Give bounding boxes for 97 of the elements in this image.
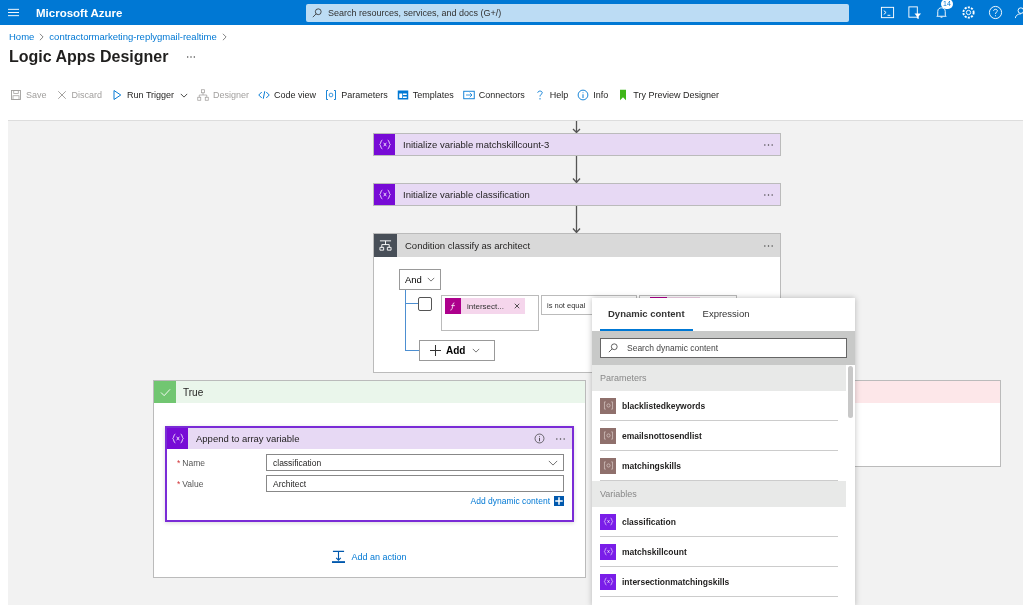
section-header: Parameters bbox=[592, 365, 846, 391]
terminal-icon[interactable] bbox=[880, 5, 895, 20]
group-operator-dropdown[interactable]: And bbox=[399, 269, 441, 290]
toolbar-button[interactable]: Connectors bbox=[462, 89, 525, 101]
action-card[interactable]: Append to array variable * Name classification * Value Architect Add dynamic content bbox=[165, 426, 574, 522]
dynamic-content-item[interactable]: emailsnottosendlist bbox=[600, 421, 838, 451]
more-icon[interactable] bbox=[763, 192, 774, 197]
dynamic-content-item[interactable]: blacklistedkeywords bbox=[600, 391, 838, 421]
branch-title: True bbox=[183, 386, 204, 398]
toolbar-button[interactable]: Run Trigger bbox=[111, 89, 189, 101]
add-action-button[interactable]: Add an action bbox=[332, 550, 407, 563]
add-button[interactable]: Add bbox=[419, 340, 495, 361]
connector-arrow bbox=[572, 206, 581, 233]
parameter-icon bbox=[600, 457, 616, 474]
section-header: Variables bbox=[592, 481, 846, 507]
variable-icon bbox=[600, 543, 616, 560]
condition-title: Condition classify as architect bbox=[405, 240, 532, 251]
chevron-right-icon bbox=[221, 32, 227, 41]
info-icon bbox=[577, 89, 590, 101]
chevron-down-icon bbox=[472, 348, 481, 353]
more-icon[interactable] bbox=[763, 142, 774, 147]
function-icon bbox=[445, 298, 461, 314]
add-step-icon bbox=[332, 550, 346, 563]
hierarchy-icon bbox=[197, 89, 210, 101]
close-icon bbox=[55, 89, 68, 101]
toolbar-button[interactable]: Info bbox=[577, 89, 609, 101]
variable-icon bbox=[600, 573, 616, 590]
popup-tab[interactable]: Expression bbox=[694, 298, 758, 331]
dynamic-content-item[interactable]: intersectionmatchingskills bbox=[600, 567, 838, 597]
toolbar-button[interactable]: Parameters bbox=[325, 89, 388, 101]
more-icon[interactable] bbox=[555, 436, 566, 441]
action-title: Initialize variable classification bbox=[403, 189, 531, 200]
play-icon bbox=[111, 89, 124, 101]
chevron-down-icon bbox=[427, 277, 435, 282]
token-label: intersect... bbox=[467, 301, 504, 311]
item-name: blacklistedkeywords bbox=[622, 400, 706, 411]
more-icon[interactable] bbox=[763, 243, 774, 248]
toolbar-button[interactable]: Try Preview Designer bbox=[617, 89, 719, 101]
connector-arrow bbox=[572, 121, 581, 133]
notification-icon[interactable] bbox=[934, 5, 949, 20]
toolbar-button[interactable]: Code view bbox=[258, 89, 317, 101]
action-card[interactable]: Initialize variable matchskillcount-3 bbox=[373, 133, 781, 156]
person-icon[interactable] bbox=[1015, 5, 1023, 20]
code-icon bbox=[258, 89, 271, 101]
chevron-right-icon bbox=[39, 32, 45, 41]
save-icon bbox=[10, 89, 22, 101]
filter-icon[interactable] bbox=[907, 5, 922, 20]
chevron-down-icon[interactable] bbox=[548, 460, 558, 466]
bracket-at-icon bbox=[325, 89, 338, 101]
row-checkbox[interactable] bbox=[418, 297, 432, 311]
search-icon bbox=[608, 343, 618, 353]
plus-icon[interactable] bbox=[554, 496, 564, 506]
search-field[interactable]: Search dynamic content bbox=[600, 338, 847, 358]
connector-arrow bbox=[572, 156, 581, 183]
brand-name[interactable]: Microsoft Azure bbox=[36, 6, 306, 19]
item-name: intersectionmatchingskills bbox=[622, 576, 730, 587]
connector-icon bbox=[462, 89, 475, 101]
scrollbar[interactable] bbox=[848, 366, 853, 418]
action-title: Initialize variable matchskillcount-3 bbox=[403, 139, 551, 150]
variable-icon bbox=[167, 428, 188, 449]
toolbar-button[interactable]: Templates bbox=[396, 89, 454, 101]
toolbar-button[interactable]: Help bbox=[533, 89, 569, 101]
value-field[interactable]: Architect bbox=[266, 475, 564, 492]
settings-icon[interactable] bbox=[961, 5, 976, 20]
variable-icon bbox=[600, 513, 616, 530]
add-dynamic-content-link[interactable]: Add dynamic content bbox=[470, 496, 550, 506]
variable-icon bbox=[374, 134, 395, 155]
item-name: matchingskills bbox=[622, 460, 682, 471]
expression-token[interactable]: intersect... bbox=[445, 298, 525, 314]
action-title: Append to array variable bbox=[196, 433, 301, 444]
plus-icon bbox=[430, 345, 441, 356]
item-name: matchskillcount bbox=[622, 546, 687, 557]
dynamic-content-item[interactable]: classification bbox=[600, 507, 838, 537]
field-label: Name bbox=[182, 457, 205, 468]
close-icon[interactable] bbox=[514, 303, 520, 309]
table-icon bbox=[396, 89, 409, 101]
dynamic-content-item[interactable]: matchskillcount bbox=[600, 537, 838, 567]
parameter-icon bbox=[600, 397, 616, 414]
menu-icon[interactable] bbox=[8, 8, 19, 17]
required-mark: * bbox=[177, 478, 181, 489]
search-field[interactable]: Search resources, services, and docs (G+/) bbox=[306, 3, 849, 22]
breadcrumb-link[interactable]: contractormarketing-replygmail-realtime bbox=[49, 31, 217, 42]
help-icon[interactable] bbox=[988, 5, 1003, 20]
action-card[interactable]: Initialize variable classification bbox=[373, 183, 781, 206]
search-icon bbox=[312, 7, 322, 18]
required-mark: * bbox=[177, 457, 181, 468]
item-name: emailsnottosendlist bbox=[622, 430, 702, 441]
info-icon[interactable] bbox=[534, 433, 545, 444]
more-icon[interactable] bbox=[186, 55, 197, 59]
breadcrumb-link[interactable]: Home bbox=[9, 31, 35, 42]
field-label: Value bbox=[182, 478, 204, 489]
item-name: classification bbox=[622, 516, 676, 527]
value-field[interactable]: intersect... bbox=[441, 295, 539, 331]
parameter-icon bbox=[600, 427, 616, 444]
name-dropdown[interactable]: classification bbox=[266, 454, 564, 471]
page-title: Logic Apps Designer bbox=[9, 48, 169, 66]
variable-icon bbox=[374, 184, 395, 205]
